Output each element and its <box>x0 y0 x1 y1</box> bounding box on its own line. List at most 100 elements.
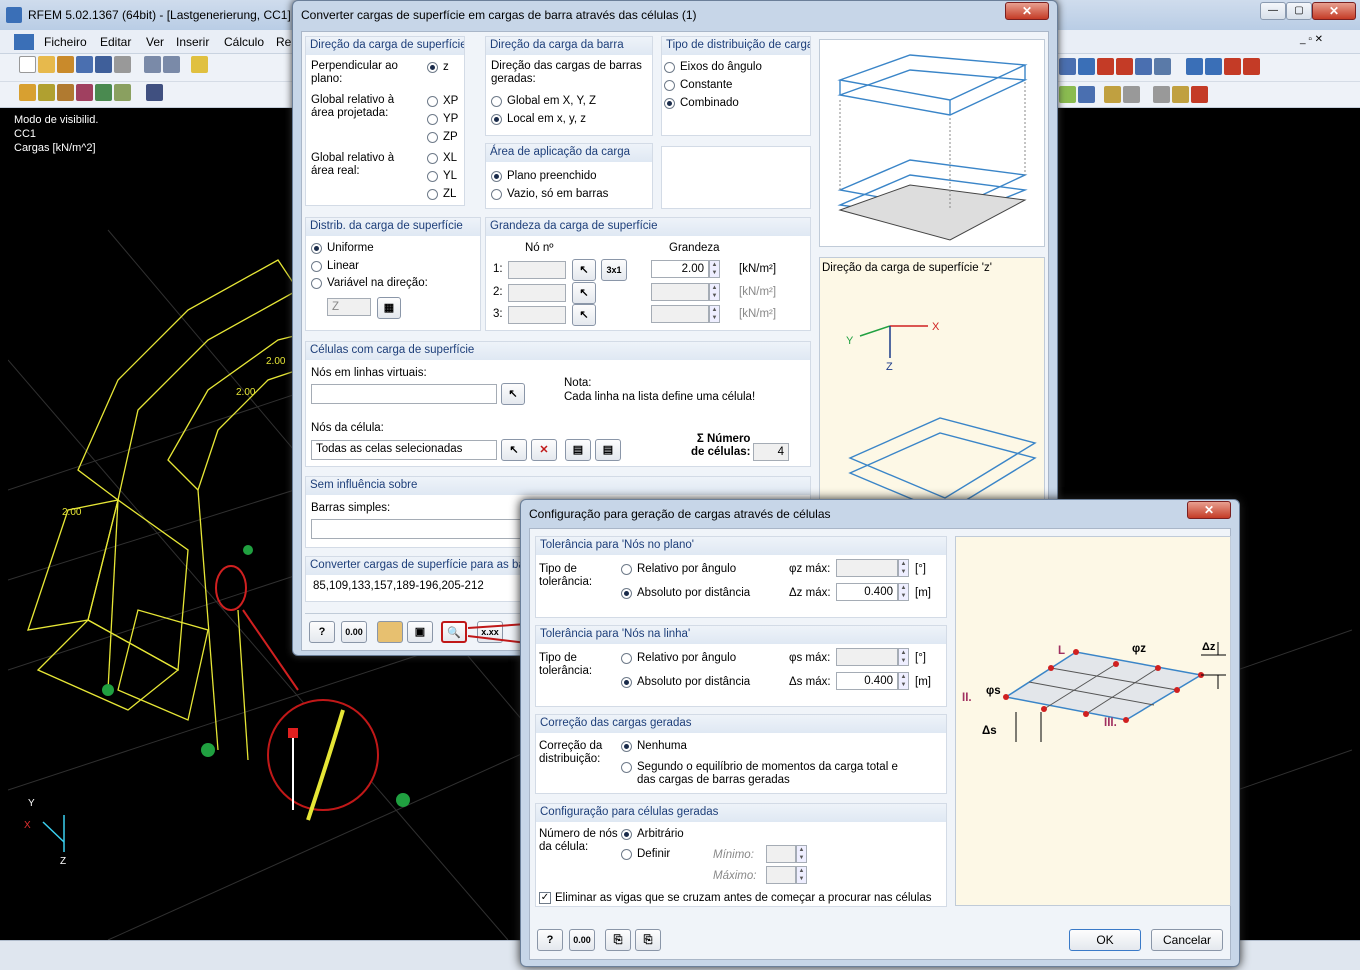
converter-value[interactable]: 85,109,133,157,189-196,205-212 <box>313 580 484 593</box>
radio-constante[interactable] <box>664 80 675 91</box>
delta-s-spin[interactable]: ▲ ▼ <box>898 672 909 690</box>
pick-node1-button[interactable]: ↖ <box>572 259 596 281</box>
rotate-icon[interactable] <box>1078 58 1095 75</box>
list-icon[interactable] <box>1123 86 1140 103</box>
result-icon[interactable] <box>1224 58 1241 75</box>
menu-ver[interactable]: Ver <box>146 35 164 49</box>
dialog-convert-close[interactable]: ✕ <box>1005 2 1049 20</box>
radio-linear[interactable] <box>311 261 322 272</box>
member-icon[interactable] <box>57 84 74 101</box>
grandeza-spin-2[interactable]: ▲ ▼ <box>709 283 720 301</box>
config-export-button[interactable]: ⎘ <box>635 929 661 951</box>
phi-s-input[interactable] <box>836 648 898 666</box>
cube-icon[interactable] <box>76 56 93 73</box>
barras-input[interactable] <box>311 519 531 539</box>
open-icon[interactable] <box>38 56 55 73</box>
radio-linha-rel[interactable] <box>621 653 632 664</box>
radio-plano[interactable] <box>491 171 502 182</box>
export-icon[interactable] <box>1186 58 1203 75</box>
cell-import-button[interactable]: ▤ <box>595 439 621 461</box>
radio-definir[interactable] <box>621 849 632 860</box>
hatch-icon[interactable] <box>114 84 131 101</box>
direction-pick-button[interactable]: ▦ <box>377 297 401 319</box>
radio-plano-abs[interactable] <box>621 588 632 599</box>
radio-xl[interactable] <box>427 153 438 164</box>
cancel-button[interactable]: Cancelar <box>1151 929 1223 951</box>
mdi-controls[interactable]: _ ▫ ✕ <box>1300 34 1323 45</box>
phi-z-input[interactable] <box>836 559 898 577</box>
clip-icon[interactable] <box>1097 58 1114 75</box>
model-icon[interactable] <box>57 56 74 73</box>
menu-editar[interactable]: Editar <box>100 35 131 49</box>
radio-local-xyz[interactable] <box>491 114 502 125</box>
radio-vazio[interactable] <box>491 189 502 200</box>
radio-variavel[interactable] <box>311 278 322 289</box>
radio-xp[interactable] <box>427 96 438 107</box>
cross-icon[interactable] <box>1116 58 1133 75</box>
ok-button[interactable]: OK <box>1069 929 1141 951</box>
radio-linha-abs[interactable] <box>621 677 632 688</box>
radio-segundo[interactable] <box>621 762 632 773</box>
radio-plano-rel[interactable] <box>621 564 632 575</box>
grandeza-spin-1[interactable]: ▲ ▼ <box>709 260 720 278</box>
grandeza-spin-3[interactable]: ▲ ▼ <box>709 305 720 323</box>
cell-pick-button[interactable]: ↖ <box>501 439 527 461</box>
eliminar-checkbox[interactable]: ✓ <box>539 892 551 904</box>
radio-zp[interactable] <box>427 132 438 143</box>
new-icon[interactable] <box>19 56 36 73</box>
load-icon[interactable] <box>146 84 163 101</box>
cell-export-button[interactable]: ▤ <box>565 439 591 461</box>
support-icon[interactable] <box>76 84 93 101</box>
dialog-config-close[interactable]: ✕ <box>1187 501 1231 519</box>
xx-button[interactable]: x.xx <box>477 621 503 643</box>
pick-node2-button[interactable]: ↖ <box>572 282 596 304</box>
open-folder-button[interactable] <box>377 621 403 643</box>
undo-icon[interactable] <box>144 56 161 73</box>
phi-z-spin[interactable]: ▲ ▼ <box>898 559 909 577</box>
hinge-icon[interactable] <box>95 84 112 101</box>
line-icon[interactable] <box>38 84 55 101</box>
check-icon[interactable] <box>1191 86 1208 103</box>
config-units-button[interactable]: 0.00 <box>569 929 595 951</box>
grandeza-value-2[interactable] <box>651 283 709 301</box>
grandeza-value-1[interactable]: 2.00 <box>651 260 709 278</box>
radio-combinado[interactable] <box>664 98 675 109</box>
nos-virt-input[interactable] <box>311 384 497 404</box>
save-button[interactable]: ▣ <box>407 621 433 643</box>
minimo-spin[interactable]: ▲ ▼ <box>796 845 807 863</box>
close-button[interactable]: ✕ <box>1312 2 1356 20</box>
grid-icon[interactable] <box>1104 86 1121 103</box>
cube-view-icon[interactable] <box>1059 86 1076 103</box>
brush-icon[interactable] <box>1172 86 1189 103</box>
radio-nenhuma[interactable] <box>621 741 632 752</box>
cell-delete-button[interactable]: ✕ <box>531 439 557 461</box>
maximo-spin[interactable]: ▲ ▼ <box>796 866 807 884</box>
menu-re[interactable]: Re <box>276 35 291 49</box>
radio-uniforme[interactable] <box>311 243 322 254</box>
delta-s-input[interactable]: 0.400 <box>836 672 898 690</box>
radio-yl[interactable] <box>427 171 438 182</box>
three-node-button[interactable]: 3x1 <box>601 259 627 281</box>
redo-icon[interactable] <box>163 56 180 73</box>
menu-icon[interactable] <box>14 34 34 50</box>
delta-z-spin[interactable]: ▲ ▼ <box>898 583 909 601</box>
result2-icon[interactable] <box>1243 58 1260 75</box>
print-icon[interactable] <box>114 56 131 73</box>
table-icon[interactable] <box>1135 58 1152 75</box>
pick-virt-button[interactable]: ↖ <box>501 383 525 405</box>
node2-select[interactable] <box>508 284 566 302</box>
radio-eixos[interactable] <box>664 62 675 73</box>
menu-ficheiro[interactable]: Ficheiro <box>44 35 87 49</box>
delta-z-input[interactable]: 0.400 <box>836 583 898 601</box>
pencil-icon[interactable] <box>191 56 208 73</box>
minimo-input[interactable] <box>766 845 796 863</box>
view-icon[interactable] <box>1059 58 1076 75</box>
minimize-button[interactable]: — <box>1260 2 1286 20</box>
export2-icon[interactable] <box>1205 58 1222 75</box>
node1-select[interactable] <box>508 261 566 279</box>
arrows-icon[interactable] <box>1078 86 1095 103</box>
radio-arbitrario[interactable] <box>621 829 632 840</box>
radio-zl[interactable] <box>427 189 438 200</box>
radio-z[interactable] <box>427 62 438 73</box>
maximize-button[interactable]: ▢ <box>1286 2 1312 20</box>
